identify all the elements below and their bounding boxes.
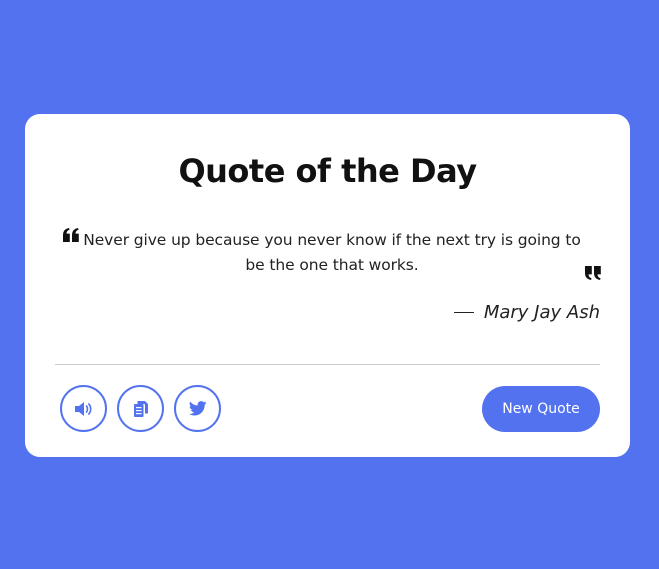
speaker-icon (74, 401, 91, 416)
quote-open-icon (63, 228, 79, 242)
twitter-button[interactable] (174, 385, 221, 432)
copy-button[interactable] (117, 385, 164, 432)
speak-button[interactable] (60, 385, 107, 432)
quote-text: Never give up because you never know if … (83, 231, 581, 274)
action-buttons (60, 385, 221, 432)
author-dash (453, 311, 474, 314)
quote-area: Never give up because you never know if … (63, 228, 601, 280)
page-title: Quote of the Day (178, 152, 477, 190)
copy-icon (133, 400, 148, 417)
author-name: Mary Jay Ash (483, 302, 600, 323)
quote-card: Quote of the Day Never give up because y… (25, 114, 630, 457)
new-quote-button[interactable]: New Quote (482, 386, 600, 432)
divider (55, 364, 600, 365)
twitter-icon (188, 401, 207, 416)
quote-close-icon (585, 266, 601, 280)
author: Mary Jay Ash (453, 302, 600, 323)
